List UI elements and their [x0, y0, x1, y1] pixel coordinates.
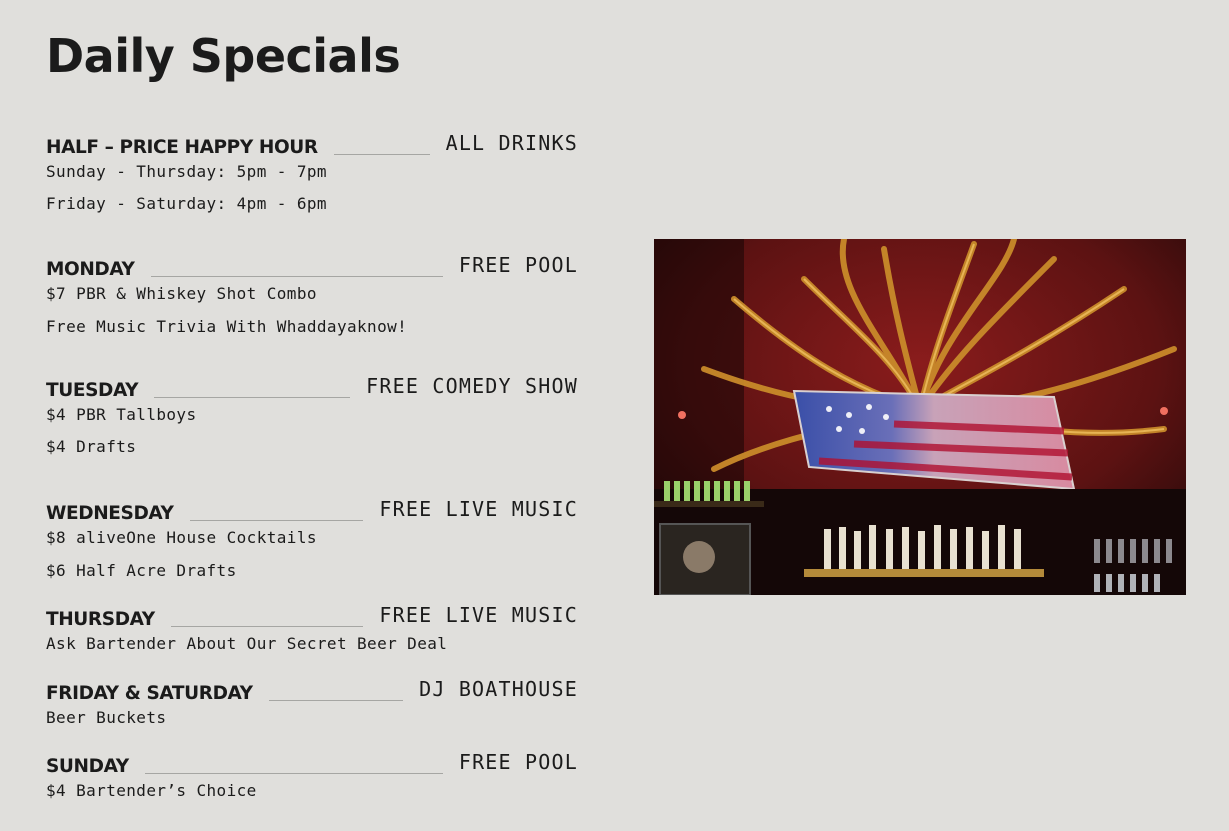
special-feature: FREE COMEDY SHOW: [366, 374, 578, 398]
special-detail: $7 PBR & Whiskey Shot Combo: [46, 284, 317, 303]
special-wednesday: WEDNESDAY FREE LIVE MUSIC $8 aliveOne Ho…: [46, 496, 578, 580]
special-header: SUNDAY FREE POOL: [46, 749, 578, 777]
special-day: SUNDAY: [46, 756, 129, 777]
special-day: FRIDAY & SATURDAY: [46, 683, 253, 704]
special-feature: FREE LIVE MUSIC: [379, 497, 578, 521]
special-feature: DJ BOATHOUSE: [419, 677, 578, 701]
special-feature: FREE POOL: [458, 750, 578, 774]
special-header: MONDAY FREE POOL: [46, 252, 578, 280]
page-title: Daily Specials: [46, 29, 401, 83]
special-day: WEDNESDAY: [46, 503, 174, 524]
divider: [144, 773, 443, 774]
special-feature: ALL DRINKS: [445, 131, 578, 155]
special-header: TUESDAY FREE COMEDY SHOW: [46, 373, 578, 401]
special-header: THURSDAY FREE LIVE MUSIC: [46, 602, 578, 630]
special-detail: Beer Buckets: [46, 708, 167, 727]
special-day: MONDAY: [46, 259, 135, 280]
special-detail: $4 PBR Tallboys: [46, 405, 197, 424]
divider: [150, 276, 443, 277]
special-header: HALF – PRICE HAPPY HOUR ALL DRINKS: [46, 130, 578, 158]
special-detail: $4 Bartender’s Choice: [46, 781, 257, 800]
special-detail: Friday - Saturday: 4pm - 6pm: [46, 194, 327, 213]
special-header: FRIDAY & SATURDAY DJ BOATHOUSE: [46, 676, 578, 704]
special-detail: Free Music Trivia With Whaddayaknow!: [46, 317, 408, 336]
special-day: TUESDAY: [46, 380, 139, 401]
special-thursday: THURSDAY FREE LIVE MUSIC Ask Bartender A…: [46, 602, 578, 653]
special-feature: FREE LIVE MUSIC: [379, 603, 578, 627]
special-header: WEDNESDAY FREE LIVE MUSIC: [46, 496, 578, 524]
special-sunday: SUNDAY FREE POOL $4 Bartender’s Choice: [46, 749, 578, 800]
special-detail: Sunday - Thursday: 5pm - 7pm: [46, 162, 327, 181]
special-tuesday: TUESDAY FREE COMEDY SHOW $4 PBR Tallboys…: [46, 373, 578, 456]
special-day: HALF – PRICE HAPPY HOUR: [46, 137, 318, 158]
divider: [333, 154, 430, 155]
special-happy-hour: HALF – PRICE HAPPY HOUR ALL DRINKS Sunda…: [46, 130, 578, 213]
special-detail: $6 Half Acre Drafts: [46, 561, 237, 580]
special-feature: FREE POOL: [458, 253, 578, 277]
divider: [189, 520, 364, 521]
special-monday: MONDAY FREE POOL $7 PBR & Whiskey Shot C…: [46, 252, 578, 336]
divider: [170, 626, 364, 627]
special-friday-saturday: FRIDAY & SATURDAY DJ BOATHOUSE Beer Buck…: [46, 676, 578, 727]
special-detail: $8 aliveOne House Cocktails: [46, 528, 317, 547]
special-day: THURSDAY: [46, 609, 155, 630]
divider: [154, 397, 351, 398]
special-detail: $4 Drafts: [46, 437, 137, 456]
special-detail: Ask Bartender About Our Secret Beer Deal: [46, 634, 448, 653]
bar-photo: [654, 239, 1186, 595]
divider: [268, 700, 404, 701]
